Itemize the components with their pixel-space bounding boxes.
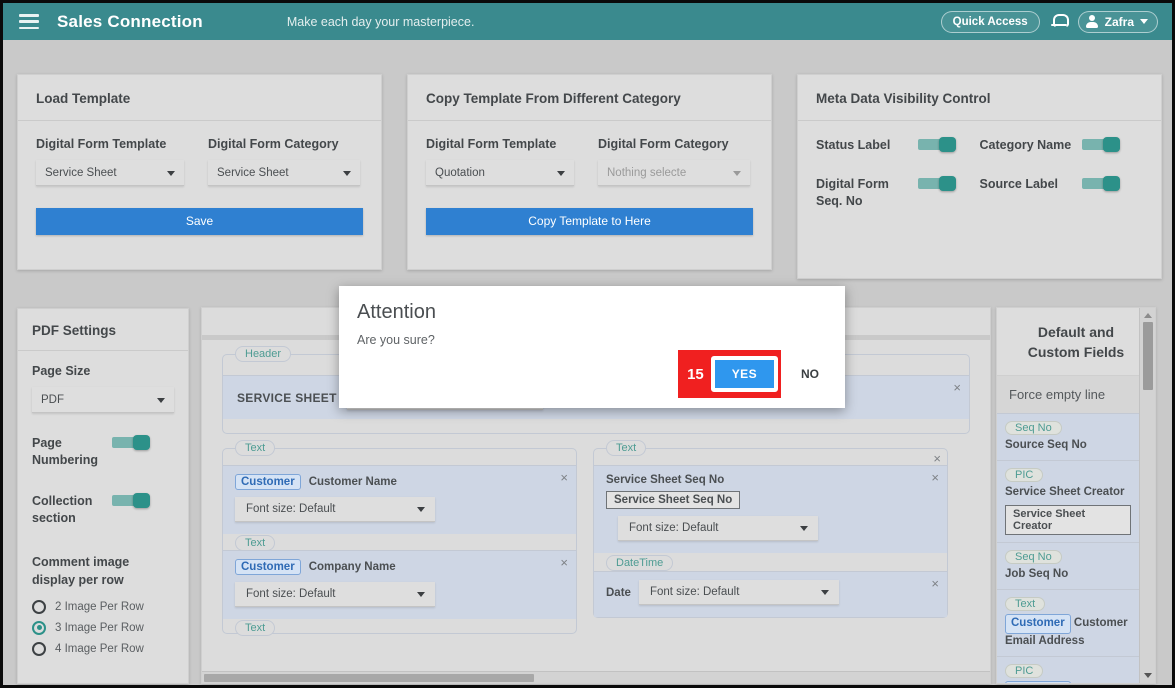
dialog-title: Attention xyxy=(357,301,436,323)
modal-overlay: Attention Are you sure? 15 YES NO xyxy=(3,3,1172,685)
yes-button[interactable]: YES xyxy=(710,356,778,392)
annotation-highlight-box: 15 YES xyxy=(678,350,781,398)
app-root: Sales Connection Make each day your mast… xyxy=(0,0,1175,688)
dialog-message: Are you sure? xyxy=(357,333,435,347)
attention-dialog: Attention Are you sure? 15 YES NO xyxy=(339,286,845,408)
annotation-step-number: 15 xyxy=(687,365,704,383)
no-button[interactable]: NO xyxy=(789,360,831,388)
dialog-actions: 15 YES NO xyxy=(678,350,831,398)
